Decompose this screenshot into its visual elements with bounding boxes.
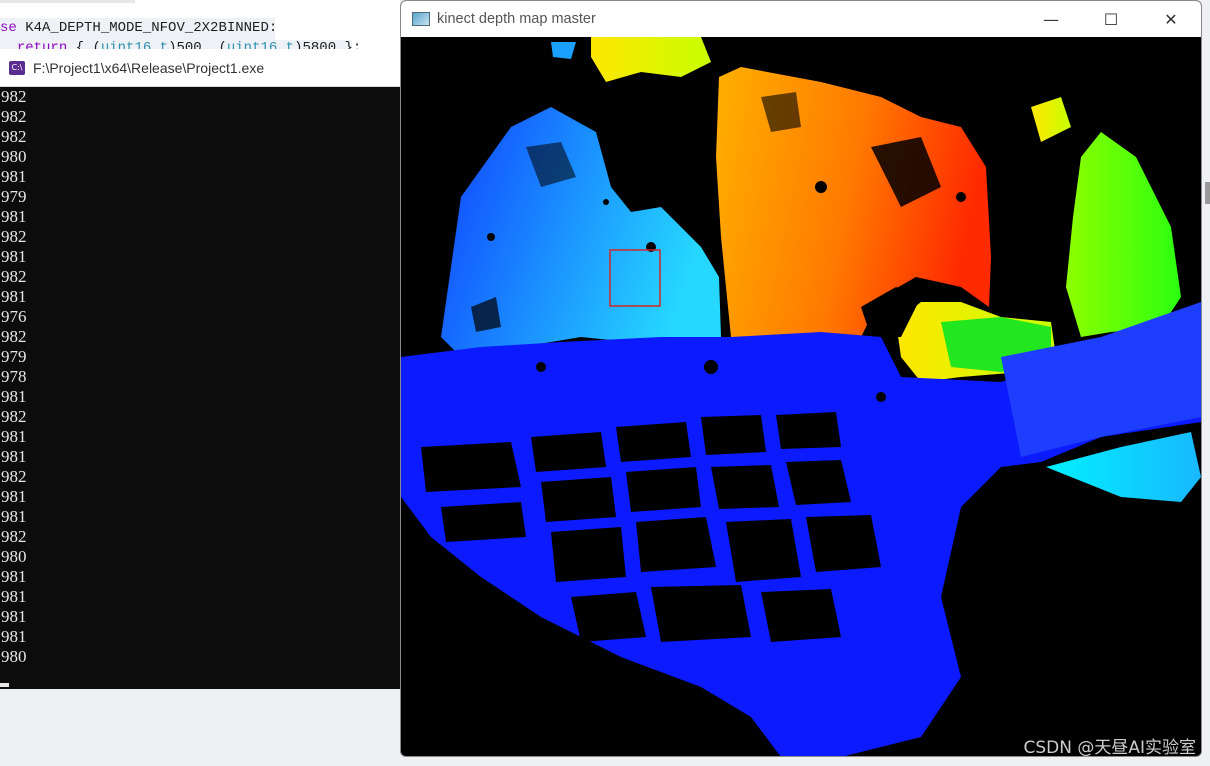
- console-line: 980: [1, 147, 27, 166]
- console-line: 980: [1, 647, 27, 666]
- watermark: CSDN @天昼AI实验室: [1023, 738, 1196, 758]
- console-line: 981: [1, 567, 27, 586]
- console-line: 982: [1, 527, 27, 546]
- console-titlebar[interactable]: C:\ F:\Project1\x64\Release\Project1.exe: [0, 49, 402, 87]
- depth-window-title: kinect depth map master: [437, 11, 596, 27]
- console-title: F:\Project1\x64\Release\Project1.exe: [33, 59, 265, 76]
- console-line: 981: [1, 627, 27, 646]
- console-line: 979: [1, 187, 27, 206]
- console-line: 981: [1, 507, 27, 526]
- console-output: 982 982 982 980 981 979 981 982 981 982 981 976 982 9…: [0, 87, 402, 687]
- console-line: 981: [1, 167, 27, 186]
- console-window[interactable]: C:\ F:\Project1\x64\Release\Project1.exe…: [0, 49, 402, 689]
- console-line: 981: [1, 447, 27, 466]
- depth-map-image[interactable]: [401, 37, 1201, 757]
- background-pane: [0, 689, 402, 766]
- console-line: 982: [1, 127, 27, 146]
- console-app-icon: C:\: [9, 60, 25, 75]
- code-line-1: se K4A_DEPTH_MODE_NFOV_2X2BINNED:: [0, 20, 278, 36]
- console-line: 981: [1, 207, 27, 226]
- depth-window-titlebar[interactable]: kinect depth map master — ☐ ✕: [401, 1, 1201, 37]
- console-line: 982: [1, 227, 27, 246]
- console-line: 982: [1, 87, 27, 106]
- console-line: 981: [1, 427, 27, 446]
- console-line: 978: [1, 367, 27, 386]
- desktop: se K4A_DEPTH_MODE_NFOV_2X2BINNED: return…: [0, 0, 1210, 766]
- console-line: 976: [1, 307, 27, 326]
- console-line: 982: [1, 267, 27, 286]
- console-line: 981: [1, 247, 27, 266]
- console-line: 982: [1, 327, 27, 346]
- console-line: 980: [1, 547, 27, 566]
- window-controls: — ☐ ✕: [1021, 1, 1201, 37]
- minimize-button[interactable]: —: [1021, 1, 1081, 37]
- console-line: 982: [1, 467, 27, 486]
- console-line: 981: [1, 587, 27, 606]
- depth-map-window[interactable]: kinect depth map master — ☐ ✕: [400, 0, 1202, 757]
- console-cursor: [0, 683, 9, 687]
- console-line: 981: [1, 487, 27, 506]
- console-line: 979: [1, 347, 27, 366]
- console-line: 981: [1, 287, 27, 306]
- close-button[interactable]: ✕: [1141, 1, 1201, 37]
- console-line: 982: [1, 407, 27, 426]
- console-line: 981: [1, 607, 27, 626]
- code-editor-fragment: se K4A_DEPTH_MODE_NFOV_2X2BINNED: return…: [0, 0, 400, 56]
- console-line: 982: [1, 107, 27, 126]
- opencv-window-icon: [412, 12, 430, 26]
- console-line: 981: [1, 387, 27, 406]
- editor-tab-strip: [0, 0, 135, 3]
- scrollbar-thumb[interactable]: [1205, 182, 1210, 204]
- maximize-button[interactable]: ☐: [1081, 1, 1141, 37]
